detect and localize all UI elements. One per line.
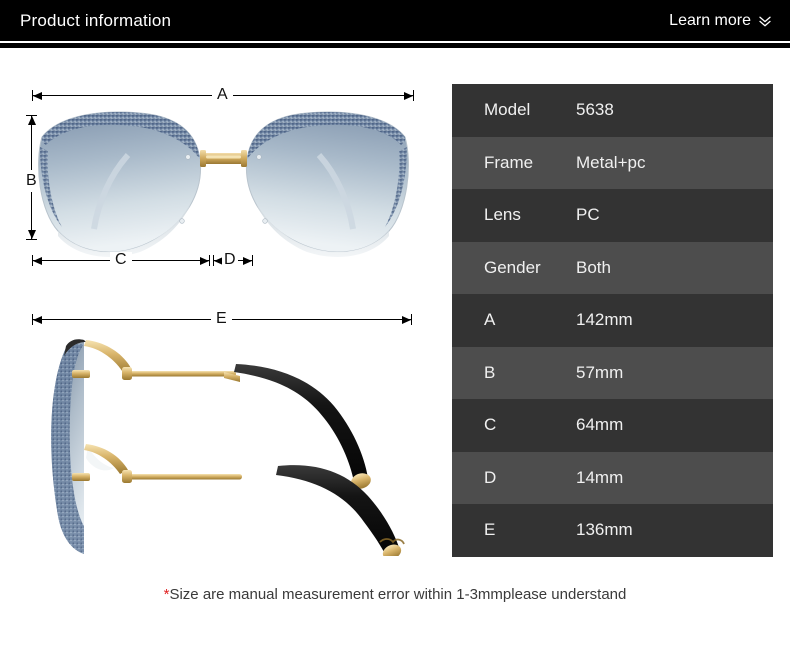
- table-row: Gender Both: [452, 241, 773, 294]
- table-row: Lens PC: [452, 189, 773, 242]
- table-row: A 142mm: [452, 294, 773, 347]
- learn-more-label: Learn more: [669, 11, 751, 29]
- sunglasses-side-view-image: [28, 326, 428, 561]
- spec-key: B: [484, 362, 496, 382]
- header-bar: Product information Learn more: [0, 0, 790, 41]
- spec-value: 64mm: [576, 415, 624, 435]
- table-row: Model 5638: [452, 84, 773, 137]
- specification-table: Model 5638 Frame Metal+pc Lens PC Gender…: [452, 84, 773, 557]
- spec-key: Frame: [484, 152, 534, 172]
- measurement-disclaimer: *Size are manual measurement error withi…: [0, 586, 790, 603]
- double-chevron-down-icon: [758, 14, 772, 28]
- spec-value: 136mm: [576, 520, 633, 540]
- dimension-label-e: E: [211, 311, 232, 327]
- spec-key: A: [484, 310, 496, 330]
- spec-key: Gender: [484, 257, 541, 277]
- disclaimer-text: Size are manual measurement error within…: [169, 586, 627, 603]
- spec-value: Both: [576, 257, 611, 277]
- dimension-label-d: D: [222, 251, 238, 268]
- spec-key: Lens: [484, 205, 521, 225]
- table-row: B 57mm: [452, 346, 773, 399]
- learn-more-button[interactable]: Learn more: [669, 12, 772, 30]
- table-row: Frame Metal+pc: [452, 136, 773, 189]
- dimension-label-c: C: [110, 252, 132, 268]
- sunglasses-front-view-image: [36, 103, 411, 273]
- spec-value: 142mm: [576, 310, 633, 330]
- spec-value: PC: [576, 205, 600, 225]
- spec-key: C: [484, 415, 497, 435]
- spec-key: Model: [484, 100, 531, 120]
- spec-value: Metal+pc: [576, 152, 646, 172]
- spec-value: 14mm: [576, 467, 624, 487]
- table-row: E 136mm: [452, 504, 773, 557]
- spec-value: 57mm: [576, 362, 624, 382]
- product-figures: A B C D E: [0, 48, 445, 568]
- spec-key: D: [484, 467, 497, 487]
- page-title: Product information: [20, 10, 172, 30]
- spec-value: 5638: [576, 100, 614, 120]
- table-row: D 14mm: [452, 451, 773, 504]
- spec-key: E: [484, 520, 496, 540]
- table-row: C 64mm: [452, 399, 773, 452]
- dimension-label-a: A: [212, 87, 233, 103]
